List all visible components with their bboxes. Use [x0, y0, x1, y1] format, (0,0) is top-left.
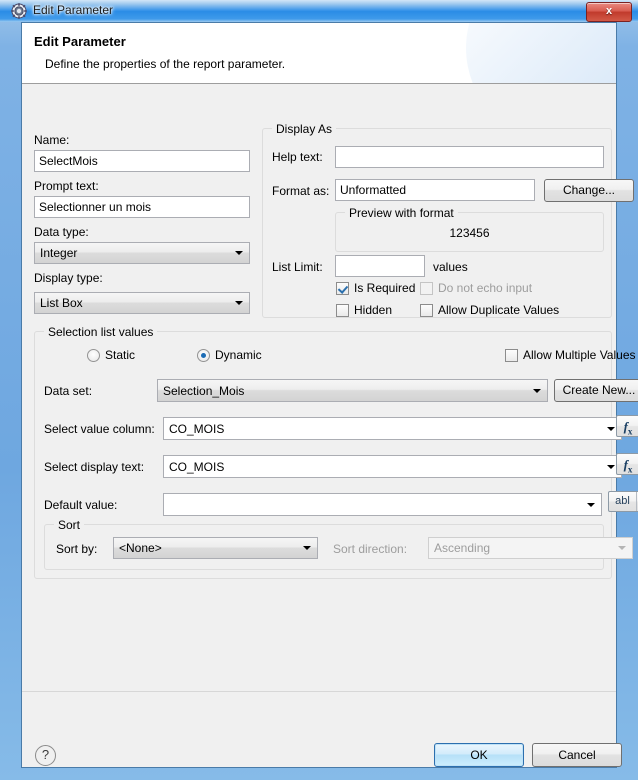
static-label: Static: [105, 348, 136, 362]
sort-group-title: Sort: [54, 518, 85, 532]
display-text-expression-button[interactable]: fx: [616, 453, 638, 475]
chevron-down-icon: [533, 388, 541, 393]
sort-by-label: Sort by:: [56, 542, 98, 556]
is-required-label: Is Required: [354, 281, 416, 295]
selection-list-values-group: Selection list values Static Dynamic All…: [34, 325, 638, 579]
chevron-down-icon: [607, 464, 615, 469]
format-as-value: Unformatted: [335, 179, 535, 201]
is-required-checkbox[interactable]: [336, 282, 349, 295]
allow-duplicate-values-label: Allow Duplicate Values: [438, 303, 560, 317]
preview-with-format-group: Preview with format 123456: [335, 206, 604, 252]
select-value-column-value: CO_MOIS: [169, 422, 225, 436]
select-display-text-select[interactable]: CO_MOIS: [163, 455, 622, 478]
list-limit-units-label: values: [433, 260, 468, 274]
display-as-group: Display As Help text: Format as: Unforma…: [262, 122, 634, 318]
sort-group: Sort Sort by: <None> Sort direction: Asc…: [44, 518, 633, 570]
hidden-label: Hidden: [354, 303, 393, 317]
help-icon[interactable]: ?: [35, 745, 56, 766]
prompt-text-label: Prompt text:: [34, 179, 99, 193]
help-text-label: Help text:: [272, 150, 323, 164]
chevron-down-icon: [618, 546, 626, 550]
chevron-down-icon: [235, 251, 243, 255]
data-type-label: Data type:: [34, 225, 89, 239]
chevron-down-icon: [607, 426, 615, 431]
ok-button[interactable]: OK: [434, 743, 524, 767]
help-text-input[interactable]: [335, 146, 604, 168]
format-as-label: Format as:: [272, 184, 330, 198]
allow-duplicate-values-checkbox[interactable]: [420, 304, 433, 317]
default-value-label: Default value:: [44, 498, 118, 512]
abl-icon: abl: [609, 492, 637, 511]
page-subtitle: Define the properties of the report para…: [45, 57, 286, 71]
value-column-expression-button[interactable]: fx: [616, 415, 638, 437]
preview-group-title: Preview with format: [345, 206, 458, 220]
allow-multiple-values-label: Allow Multiple Values: [523, 348, 636, 362]
close-button[interactable]: x: [586, 2, 632, 22]
display-type-value: List Box: [40, 296, 83, 310]
data-set-label: Data set:: [44, 384, 93, 398]
name-label: Name:: [34, 133, 70, 147]
sort-by-select[interactable]: <None>: [113, 537, 318, 559]
dynamic-label: Dynamic: [215, 348, 262, 362]
sort-by-value: <None>: [119, 541, 162, 555]
data-type-value: Integer: [40, 246, 78, 260]
list-limit-input[interactable]: [335, 255, 425, 277]
create-new-button[interactable]: Create New...: [554, 379, 638, 402]
select-value-column-label: Select value column:: [44, 422, 155, 436]
chevron-down-icon: [303, 546, 311, 550]
fx-icon: fx: [623, 457, 633, 475]
allow-multiple-values-checkbox[interactable]: [505, 349, 518, 362]
name-input[interactable]: SelectMois: [34, 150, 250, 172]
chevron-down-icon: [235, 301, 243, 305]
select-display-text-label: Select display text:: [44, 460, 145, 474]
default-value-type-button[interactable]: abl: [608, 491, 638, 512]
dynamic-radio[interactable]: [197, 349, 210, 362]
chevron-down-icon: [587, 502, 595, 507]
select-value-column-select[interactable]: CO_MOIS: [163, 417, 622, 440]
change-format-button[interactable]: Change...: [544, 179, 634, 202]
display-type-label: Display type:: [34, 271, 103, 285]
do-not-echo-input-label: Do not echo input: [438, 281, 533, 295]
data-set-select[interactable]: Selection_Mois: [157, 379, 548, 402]
dialog-header: Edit Parameter Define the properties of …: [22, 23, 616, 84]
data-type-select[interactable]: Integer: [34, 242, 250, 264]
selection-list-group-title: Selection list values: [44, 325, 158, 339]
select-display-text-value: CO_MOIS: [169, 460, 225, 474]
sort-direction-label: Sort direction:: [333, 542, 408, 556]
page-title: Edit Parameter: [34, 34, 126, 49]
display-type-select[interactable]: List Box: [34, 292, 250, 314]
window-title: Edit Parameter: [33, 3, 114, 17]
display-as-group-title: Display As: [272, 122, 337, 136]
fx-icon: fx: [623, 419, 633, 437]
default-value-select[interactable]: [163, 493, 602, 516]
hidden-checkbox[interactable]: [336, 304, 349, 317]
dialog-window: Edit Parameter x Edit Parameter Define t…: [0, 0, 638, 780]
static-radio[interactable]: [87, 349, 100, 362]
preview-value: 123456: [449, 226, 490, 240]
title-bar: Edit Parameter x: [0, 0, 638, 22]
dialog-client: Edit Parameter Define the properties of …: [21, 22, 638, 768]
list-limit-label: List Limit:: [272, 260, 323, 274]
data-set-value: Selection_Mois: [163, 384, 245, 398]
footer-separator: [22, 691, 616, 692]
dialog-body: Name: SelectMois Prompt text: Selectionn…: [22, 84, 638, 767]
sort-direction-value: Ascending: [434, 541, 491, 555]
sort-direction-select: Ascending: [428, 537, 633, 559]
gear-icon: [11, 3, 27, 19]
cancel-button[interactable]: Cancel: [532, 743, 622, 767]
do-not-echo-input-checkbox: [420, 282, 433, 295]
prompt-text-input[interactable]: Selectionner un mois: [34, 196, 250, 218]
